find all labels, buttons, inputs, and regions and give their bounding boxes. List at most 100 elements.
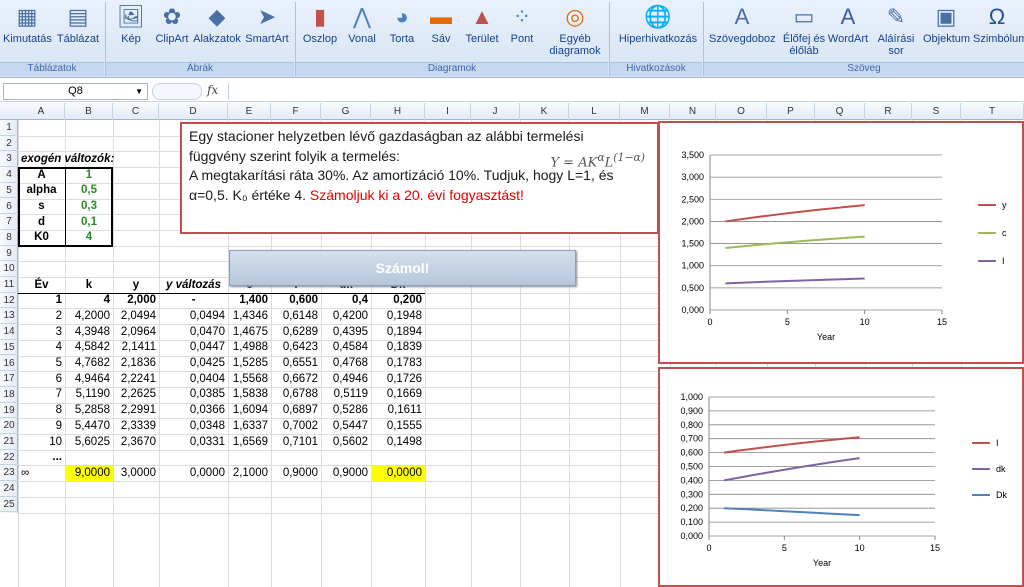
table-cell[interactable]: 2,000 xyxy=(113,293,159,309)
series-line-I[interactable] xyxy=(725,277,865,285)
table-cell[interactable]: 0,0404 xyxy=(159,372,228,388)
table-cell[interactable]: 1,4675 xyxy=(228,325,271,341)
row-header[interactable]: 13 xyxy=(0,308,18,325)
table-cell[interactable]: 1,5285 xyxy=(228,356,271,372)
row-header[interactable]: 3 xyxy=(0,151,18,168)
steady-state-cell[interactable]: 0,0000 xyxy=(159,466,228,482)
clipart-button[interactable]: ✿ ClipArt xyxy=(152,0,192,62)
table-cell[interactable]: 0,4395 xyxy=(321,325,371,341)
table-cell[interactable]: 2,1411 xyxy=(113,340,159,356)
table-cell[interactable]: 0,5119 xyxy=(321,387,371,403)
table-cell[interactable]: 0,1726 xyxy=(371,372,425,388)
table-cell[interactable]: 0,1783 xyxy=(371,356,425,372)
chart-y-c-i[interactable]: 0,000 0,500 1,000 1,500 2,000 2,500 3,000 3,500… xyxy=(658,121,1024,364)
table-cell[interactable]: 1,5838 xyxy=(228,387,271,403)
steady-state-cell[interactable]: 0,9000 xyxy=(321,466,371,482)
table-cell[interactable]: 0,1555 xyxy=(371,419,425,435)
table-cell[interactable]: 2 xyxy=(18,309,65,325)
row-header[interactable]: 16 xyxy=(0,356,18,372)
table-cell[interactable]: 0,7002 xyxy=(271,419,321,435)
column-header[interactable]: C xyxy=(113,103,159,120)
row-header[interactable]: 18 xyxy=(0,387,18,403)
table-cell[interactable]: 0,7101 xyxy=(271,435,321,451)
insert-function-icon[interactable]: fx xyxy=(207,83,218,97)
exogen-name[interactable]: A xyxy=(18,168,65,184)
row-header[interactable]: 4 xyxy=(0,167,18,183)
table-cell[interactable]: 0,1611 xyxy=(371,403,425,419)
row-header[interactable]: 19 xyxy=(0,403,18,419)
column-header[interactable]: K xyxy=(520,103,569,120)
infinity-label[interactable]: ∞ xyxy=(18,466,65,482)
table-cell[interactable]: 0,0385 xyxy=(159,387,228,403)
table-cell[interactable]: 6 xyxy=(18,372,65,388)
table-cell[interactable]: 1,4346 xyxy=(228,309,271,325)
table-cell[interactable]: 0,6897 xyxy=(271,403,321,419)
series-line-I[interactable] xyxy=(723,436,860,454)
row-header[interactable]: 24 xyxy=(0,481,18,497)
series-line-c[interactable] xyxy=(725,235,865,249)
table-cell[interactable]: 0,6551 xyxy=(271,356,321,372)
exogen-name[interactable]: K0 xyxy=(18,230,65,246)
calculate-button[interactable]: Számol! xyxy=(229,250,576,286)
column-header[interactable]: H xyxy=(371,103,425,120)
exogen-title[interactable]: exogén változók: xyxy=(18,152,159,168)
table-cell[interactable]: 0,5286 xyxy=(321,403,371,419)
exogen-name[interactable]: alpha xyxy=(18,183,65,199)
terulet-button[interactable]: ▲ Terület xyxy=(462,0,502,62)
row-header[interactable]: 14 xyxy=(0,324,18,340)
table-cell[interactable]: 0,6148 xyxy=(271,309,321,325)
column-header[interactable]: I xyxy=(425,103,471,120)
table-cell[interactable]: 0,1839 xyxy=(371,340,425,356)
row-header[interactable]: 25 xyxy=(0,497,18,513)
table-cell[interactable]: 0,6289 xyxy=(271,325,321,341)
pont-button[interactable]: ⁘ Pont xyxy=(504,0,540,62)
chart-i-dk-dk[interactable]: 0,000 0,100 0,200 0,300 0,400 0,500 0,600 0,700… xyxy=(658,367,1024,587)
table-cell[interactable]: 4,5842 xyxy=(65,340,113,356)
table-cell[interactable]: 0,5602 xyxy=(321,435,371,451)
table-cell[interactable]: 2,3670 xyxy=(113,435,159,451)
steady-state-cell[interactable]: 0,0000 xyxy=(371,465,425,482)
objektum-button[interactable]: ▣ Objektum xyxy=(923,0,970,62)
table-header[interactable]: y xyxy=(113,278,159,294)
row-header[interactable]: 8 xyxy=(0,230,18,246)
table-cell[interactable]: 1,6337 xyxy=(228,419,271,435)
formula-bar-expander[interactable] xyxy=(152,83,202,100)
table-cell[interactable]: 4,2000 xyxy=(65,309,113,325)
series-line-y[interactable] xyxy=(725,204,865,223)
column-header[interactable]: S xyxy=(912,103,961,120)
column-header[interactable]: J xyxy=(471,103,520,120)
series-line-Dk[interactable] xyxy=(724,507,860,517)
egyeb-button[interactable]: ◎ Egyéb diagramok xyxy=(546,0,604,62)
table-cell[interactable]: 0,4946 xyxy=(321,372,371,388)
row-header[interactable]: 12 xyxy=(0,293,18,309)
smartart-button[interactable]: ➤ SmartArt xyxy=(243,0,291,62)
column-header[interactable]: O xyxy=(716,103,767,120)
row-header[interactable]: 1 xyxy=(0,120,18,136)
alairasi-button[interactable]: ✎ Aláírási sor xyxy=(876,0,916,62)
table-cell[interactable]: 0,0366 xyxy=(159,403,228,419)
steady-state-cell[interactable]: 9,0000 xyxy=(65,465,113,482)
szimbolum-button[interactable]: Ω Szimbólum xyxy=(973,0,1024,62)
kimutatas-button[interactable]: ▦ Kimutatás xyxy=(3,0,52,62)
table-cell[interactable]: 7 xyxy=(18,387,65,403)
row-header[interactable]: 23 xyxy=(0,465,18,482)
row-header[interactable]: 10 xyxy=(0,261,18,277)
table-cell[interactable]: 0,4 xyxy=(321,293,371,309)
exogen-value[interactable]: 0,5 xyxy=(65,183,113,199)
chevron-down-icon[interactable]: ▼ xyxy=(135,84,143,99)
table-cell[interactable]: 4,7682 xyxy=(65,356,113,372)
problem-textbox[interactable]: Egy stacioner helyzetben lévő gazdaságba… xyxy=(180,122,659,234)
table-cell[interactable]: 2,3339 xyxy=(113,419,159,435)
table-cell[interactable]: 2,2241 xyxy=(113,372,159,388)
row-header[interactable]: 7 xyxy=(0,214,18,230)
exogen-value[interactable]: 4 xyxy=(65,230,113,246)
row-header[interactable]: 20 xyxy=(0,418,18,434)
column-header[interactable]: R xyxy=(865,103,912,120)
series-line-dk[interactable] xyxy=(723,457,860,482)
formula-input[interactable] xyxy=(228,83,1022,100)
table-cell[interactable]: 0,0494 xyxy=(159,309,228,325)
column-header[interactable]: G xyxy=(321,103,371,120)
column-header[interactable]: A xyxy=(18,103,65,120)
table-cell[interactable]: 2,0964 xyxy=(113,325,159,341)
table-cell[interactable]: 0,0425 xyxy=(159,356,228,372)
